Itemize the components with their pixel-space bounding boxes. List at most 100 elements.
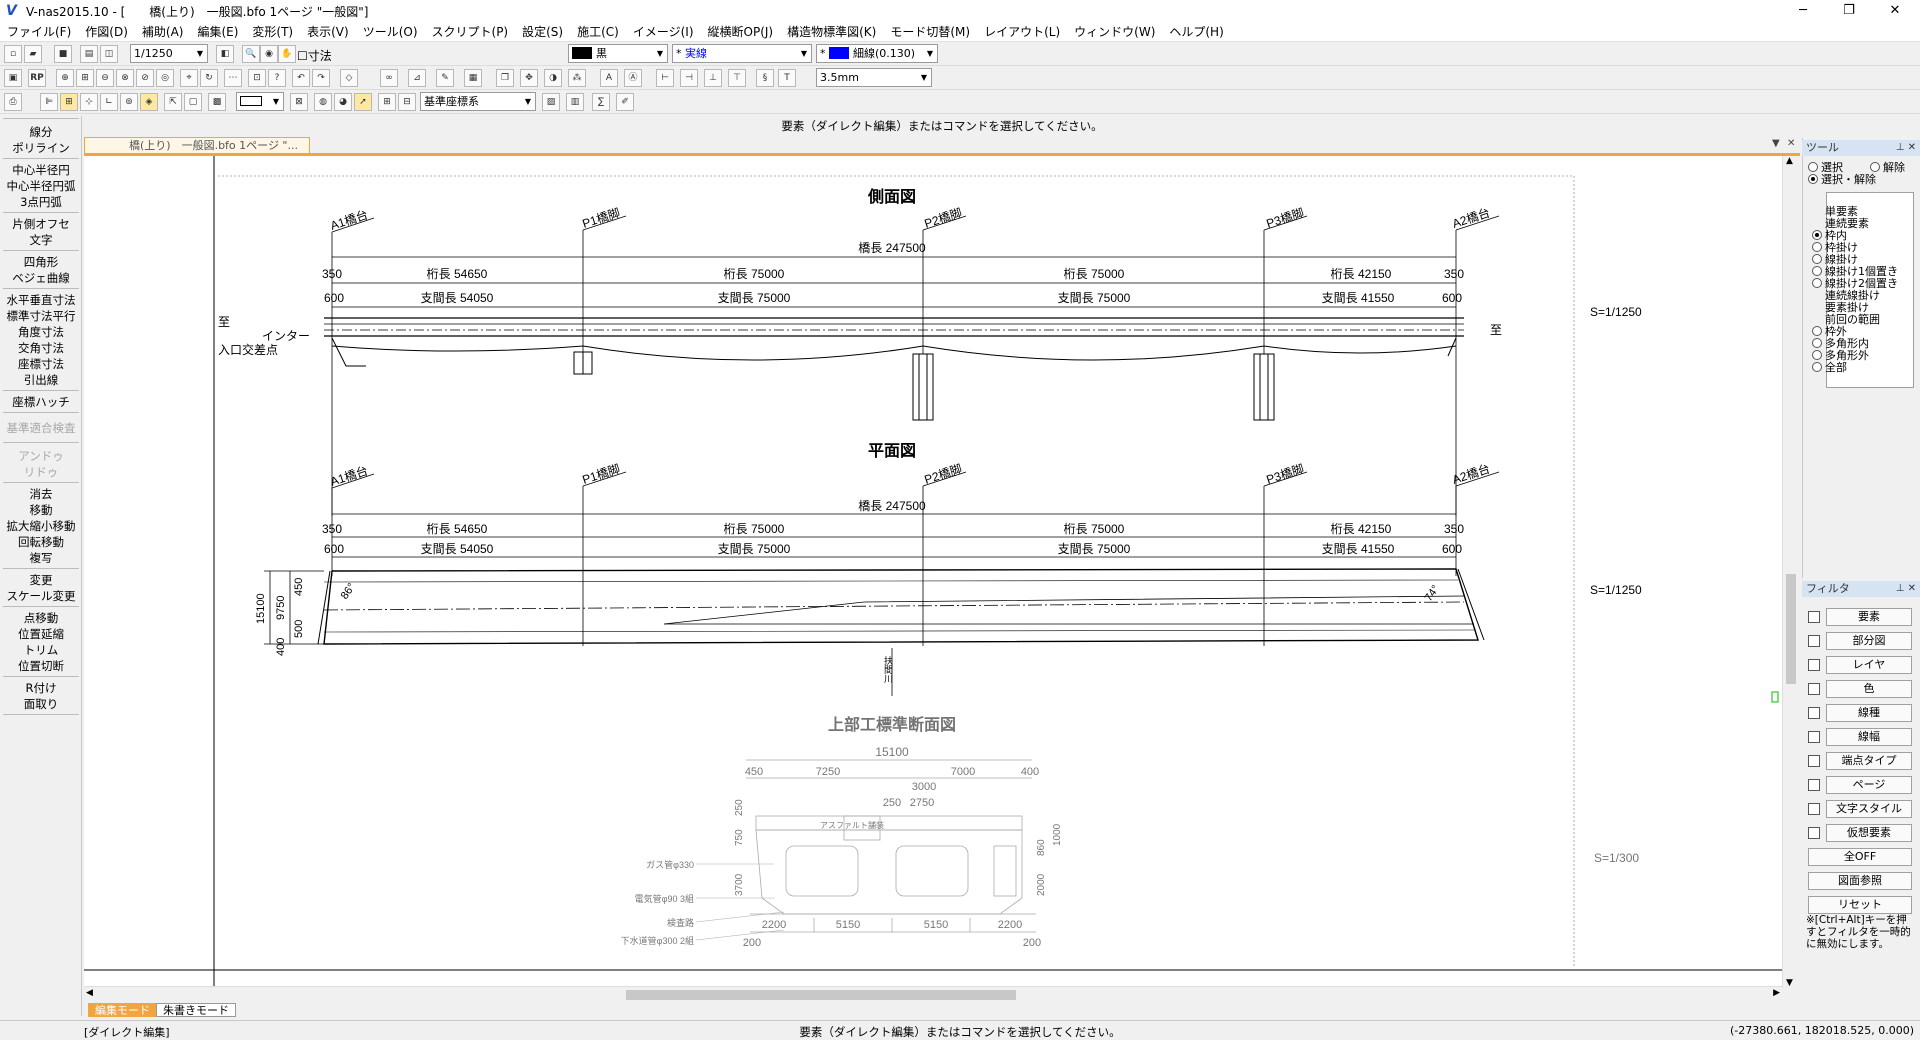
grid-icon[interactable]: ⋯ bbox=[224, 69, 242, 87]
dim3-icon[interactable]: ⊥ bbox=[704, 69, 722, 87]
dim-icon[interactable]: ⊢ bbox=[656, 69, 674, 87]
cmd-hv-dimension[interactable]: 水平垂直寸法 bbox=[3, 292, 79, 308]
menu-tools[interactable]: ツール(O) bbox=[356, 22, 425, 42]
zoom-fit-icon[interactable]: ◎ bbox=[156, 69, 174, 87]
cmd-leader[interactable]: 引出線 bbox=[3, 372, 79, 388]
text-icon[interactable]: A bbox=[600, 69, 618, 87]
pan-icon[interactable]: ⌖ bbox=[180, 69, 198, 87]
redraw-icon[interactable]: ↻ bbox=[200, 69, 218, 87]
scroll-right-icon[interactable]: ▶ bbox=[1773, 988, 1780, 998]
print-preview-icon[interactable]: ◫ bbox=[100, 45, 118, 63]
menu-structure-std[interactable]: 構造物標準図(K) bbox=[780, 22, 883, 42]
color-combo[interactable]: 黒 ▼ bbox=[568, 44, 668, 63]
maximize-button[interactable]: ❐ bbox=[1826, 0, 1872, 22]
cmd-3point-arc[interactable]: 3点円弧 bbox=[3, 194, 79, 210]
menu-view[interactable]: 表示(V) bbox=[300, 22, 356, 42]
tab-redline-mode[interactable]: 朱書きモード bbox=[156, 1003, 236, 1017]
filter-action-button[interactable]: 全OFF bbox=[1808, 848, 1912, 866]
vertical-scroll-thumb[interactable] bbox=[1786, 574, 1796, 684]
filter-checkbox[interactable] bbox=[1808, 683, 1820, 695]
scroll-down-icon[interactable]: ▼ bbox=[1786, 978, 1793, 988]
globe-icon[interactable]: ◕ bbox=[334, 93, 352, 111]
filter-button[interactable]: 仮想要素 bbox=[1826, 824, 1912, 842]
menu-assist[interactable]: 補助(A) bbox=[135, 22, 191, 42]
cmd-line[interactable]: 線分 bbox=[3, 124, 79, 140]
link-icon[interactable]: ∞ bbox=[380, 69, 398, 87]
copy-icon[interactable]: ❐ bbox=[496, 69, 514, 87]
release-option[interactable]: 解除 bbox=[1870, 162, 1905, 174]
filter-checkbox[interactable] bbox=[1808, 779, 1820, 791]
add-layer-icon[interactable]: ⊞ bbox=[378, 93, 396, 111]
measure-bar-icon[interactable]: ⊫ bbox=[40, 93, 58, 111]
undo-icon[interactable]: ↶ bbox=[292, 69, 310, 87]
target-icon[interactable]: ◍ bbox=[314, 93, 332, 111]
menu-profile-op[interactable]: 縦横断OP(J) bbox=[701, 22, 781, 42]
filter-action-button[interactable]: 図面参照 bbox=[1808, 872, 1912, 890]
zoom-prev-icon[interactable]: ⊘ bbox=[136, 69, 154, 87]
filter-checkbox[interactable] bbox=[1808, 611, 1820, 623]
dim2-icon[interactable]: ⊣ bbox=[680, 69, 698, 87]
edit-layer-icon[interactable]: ⊟ bbox=[398, 93, 416, 111]
move-icon[interactable]: ✥ bbox=[520, 69, 538, 87]
dimension-label[interactable]: ☐寸法 bbox=[297, 47, 332, 64]
cmd-trim[interactable]: トリム bbox=[3, 642, 79, 658]
pencil-icon[interactable]: ✐ bbox=[616, 93, 634, 111]
cmd-erase[interactable]: 消去 bbox=[3, 486, 79, 502]
filter-checkbox[interactable] bbox=[1808, 707, 1820, 719]
select-release-option[interactable]: 選択・解除 bbox=[1808, 174, 1876, 186]
hatch-icon[interactable]: ▦ bbox=[464, 69, 482, 87]
layer-icon[interactable]: ◧ bbox=[216, 45, 234, 63]
doc-list-icon[interactable]: ▼ bbox=[1772, 138, 1780, 149]
menu-help[interactable]: ヘルプ(H) bbox=[1162, 22, 1230, 42]
filter-button[interactable]: ページ bbox=[1826, 776, 1912, 794]
filter-button[interactable]: 要素 bbox=[1826, 608, 1912, 626]
line-type-combo[interactable]: * 実線 ▼ bbox=[672, 44, 812, 63]
line-width-combo[interactable]: * 細線(0.130) ▼ bbox=[816, 44, 938, 63]
sec-icon[interactable]: § bbox=[756, 69, 774, 87]
set-icon[interactable]: ⊠ bbox=[290, 93, 308, 111]
filter-action-button[interactable]: リセット bbox=[1808, 896, 1912, 914]
cmd-change[interactable]: 変更 bbox=[3, 572, 79, 588]
filter-button[interactable]: 線幅 bbox=[1826, 728, 1912, 746]
polar-icon[interactable]: ⊚ bbox=[120, 93, 138, 111]
menu-script[interactable]: スクリプト(P) bbox=[425, 22, 516, 42]
measure-icon[interactable]: ⊿ bbox=[408, 69, 426, 87]
cmd-scale-move[interactable]: 拡大縮小移動 bbox=[3, 518, 79, 534]
cmd-extend[interactable]: 位置延縮 bbox=[3, 626, 79, 642]
select-arrow-icon[interactable]: ➚ bbox=[354, 93, 372, 111]
zoom-all-icon[interactable]: ⊗ bbox=[116, 69, 134, 87]
cmd-point-move[interactable]: 点移動 bbox=[3, 610, 79, 626]
panel-pin-close-icon[interactable]: ⊥ ✕ bbox=[1896, 581, 1916, 597]
filter-button[interactable]: 部分図 bbox=[1826, 632, 1912, 650]
close-button[interactable]: ✕ bbox=[1872, 0, 1918, 22]
cmd-copy[interactable]: 複写 bbox=[3, 550, 79, 566]
menu-window[interactable]: ウィンドウ(W) bbox=[1067, 22, 1162, 42]
print-setup-icon[interactable]: ⎙ bbox=[4, 93, 22, 111]
mirror-icon[interactable]: ◑ bbox=[544, 69, 562, 87]
cmd-break[interactable]: 位置切断 bbox=[3, 658, 79, 674]
cmd-scale-change[interactable]: スケール変更 bbox=[3, 588, 79, 604]
new-file-icon[interactable]: ▫ bbox=[4, 45, 22, 63]
locate-icon[interactable]: ◈ bbox=[140, 93, 158, 111]
filter-checkbox[interactable] bbox=[1808, 827, 1820, 839]
document-tab[interactable]: 橋(上り) 一般図.bfo 1ページ "... bbox=[84, 137, 310, 154]
cmd-rotate-move[interactable]: 回転移動 bbox=[3, 534, 79, 550]
menu-file[interactable]: ファイル(F) bbox=[0, 22, 78, 42]
snap-icon[interactable]: ⊡ bbox=[248, 69, 266, 87]
zoom-in-icon[interactable]: ⊕ bbox=[56, 69, 74, 87]
cmd-fillet[interactable]: R付け bbox=[3, 680, 79, 696]
open-file-icon[interactable]: ▰ bbox=[24, 45, 42, 63]
fill-icon[interactable]: ▩ bbox=[208, 93, 226, 111]
layout-icon[interactable]: ▣ bbox=[4, 69, 22, 87]
menu-mode[interactable]: モード切替(M) bbox=[883, 22, 977, 42]
calc-icon[interactable]: ∑ bbox=[592, 93, 610, 111]
vertical-scrollbar[interactable]: ▲ ▼ bbox=[1782, 156, 1799, 988]
coord-system-combo[interactable]: 基準座標系 ▼ bbox=[420, 92, 536, 111]
query-icon[interactable]: ? bbox=[268, 69, 286, 87]
scroll-up-icon[interactable]: ▲ bbox=[1786, 156, 1793, 166]
cmd-chamfer[interactable]: 面取り bbox=[3, 696, 79, 712]
array-icon[interactable]: ⁂ bbox=[568, 69, 586, 87]
zoom-window-icon[interactable]: ⊞ bbox=[76, 69, 94, 87]
tab-edit-mode[interactable]: 編集モード bbox=[88, 1003, 157, 1017]
drawing-canvas[interactable]: 側面図 A1橋台 P1橋脚 P2橋脚 P3橋脚 A2橋台 橋長 247500 3… bbox=[84, 156, 1788, 988]
